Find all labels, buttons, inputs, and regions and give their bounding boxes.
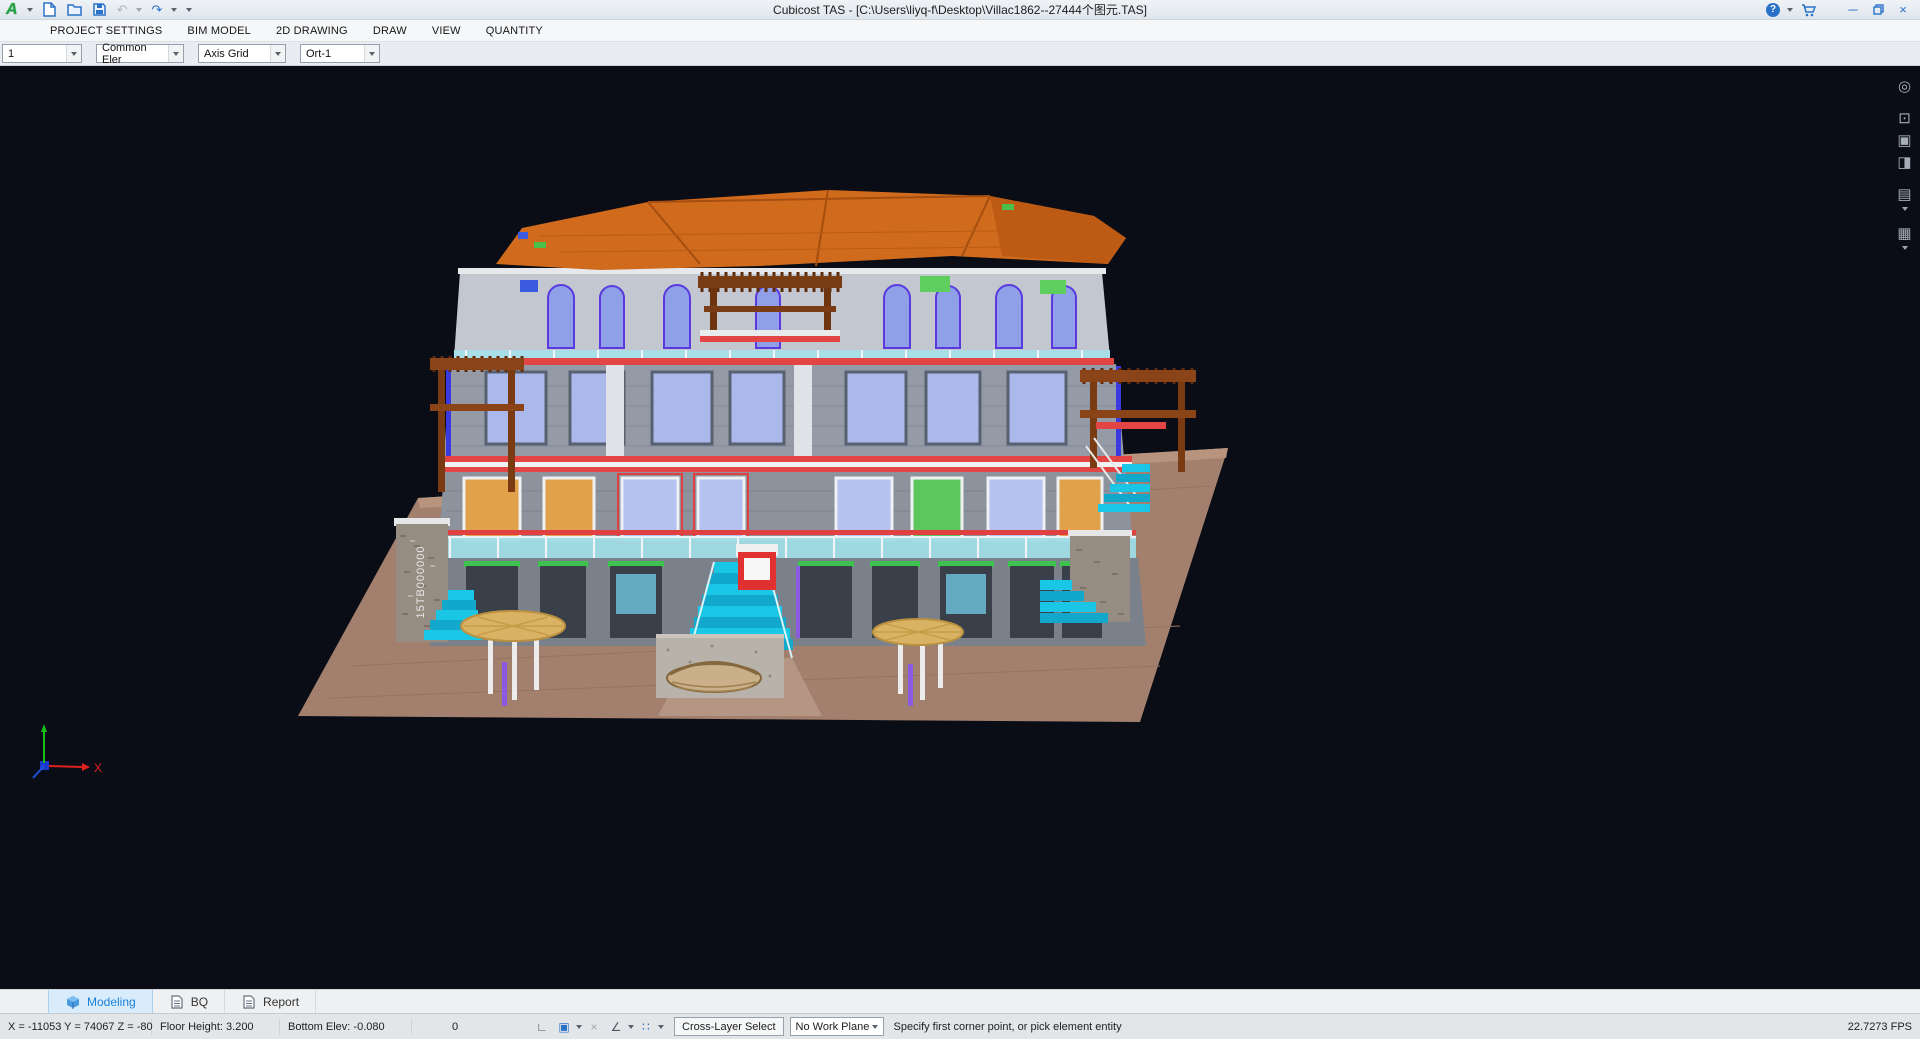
layers-icon[interactable]: ▤ [1892, 184, 1917, 206]
rect-select-caret-icon[interactable] [576, 1025, 582, 1029]
restore-button[interactable] [1869, 4, 1887, 15]
element-name-select[interactable]: Axis Grid [198, 44, 286, 63]
cursor-coordinates: X = -11053 Y = 74067 Z = -80 [0, 1019, 152, 1035]
menu-item-view[interactable]: VIEW [432, 25, 461, 37]
floor-height-readout: Floor Height: 3.200 [152, 1019, 280, 1035]
villa-building[interactable] [430, 190, 1146, 646]
work-plane-value: No Work Plane [796, 1021, 870, 1033]
menu-item-bim-model[interactable]: BIM MODEL [187, 25, 251, 37]
menu-item-project-settings[interactable]: PROJECT SETTINGS [50, 25, 162, 37]
customize-toolbar-caret-icon[interactable] [186, 8, 192, 12]
tab-label: BQ [191, 995, 208, 1009]
modeling-cube-icon [65, 994, 81, 1010]
layers-caret-icon[interactable] [1902, 207, 1908, 211]
bq-sheet-icon [169, 994, 185, 1010]
undo-caret-icon[interactable] [136, 8, 142, 12]
minimize-button[interactable]: ─ [1844, 3, 1862, 17]
axis-x-label: X [94, 761, 102, 775]
dropdown-arrow-icon [270, 45, 285, 62]
display-settings-icon[interactable]: ▦ [1892, 223, 1917, 245]
display-settings-caret-icon[interactable] [1902, 246, 1908, 250]
element-type-select-value: Common Eler [102, 42, 168, 66]
command-hint: Specify first corner point, or pick elem… [894, 1021, 1122, 1033]
upper-floor-windows[interactable] [486, 372, 1066, 444]
angle-snap-icon[interactable]: ∠ [606, 1018, 626, 1036]
open-folder-icon[interactable] [67, 2, 83, 18]
combo-toolbar: 1 Common Eler Axis Grid Ort-1 [0, 42, 1920, 66]
view-mode-icon[interactable]: ◨ [1892, 152, 1917, 174]
grid-name-select-value: Ort-1 [306, 48, 331, 60]
bottom-elevation-readout: Bottom Elev: -0.080 [280, 1019, 412, 1035]
app-menu-caret-icon[interactable] [27, 8, 33, 12]
selection-count: 0 [440, 1021, 470, 1033]
help-icon[interactable]: ? [1766, 3, 1780, 17]
viewport-toolbar: ◎ ⊡ ▣ ◨ ▤ ▦ [1892, 76, 1917, 252]
bottom-tabbar: Modeling BQ Report [0, 989, 1920, 1013]
app-logo[interactable]: A [6, 2, 18, 18]
tab-label: Modeling [87, 995, 136, 1009]
tab-report[interactable]: Report [225, 990, 316, 1013]
viewport[interactable]: 15TB000000 [0, 66, 1920, 989]
tab-modeling[interactable]: Modeling [48, 990, 153, 1013]
dropdown-arrow-icon [66, 45, 81, 62]
undo-icon[interactable]: ↶ [117, 3, 128, 17]
grid-bubble-label: 15TB000000 [415, 546, 427, 619]
menu-item-2d-drawing[interactable]: 2D DRAWING [276, 25, 348, 37]
menu-item-quantity[interactable]: QUANTITY [486, 25, 543, 37]
cross-layer-select-button[interactable]: Cross-Layer Select [674, 1017, 784, 1036]
snap-toolbar: ∟ ▣ × ∠ ∷ [532, 1018, 664, 1036]
close-button[interactable]: × [1894, 3, 1912, 17]
save-icon[interactable] [92, 2, 108, 18]
pan-tool-icon[interactable]: ▣ [1892, 130, 1917, 152]
3d-model-villa[interactable]: 15TB000000 [0, 66, 1920, 989]
ortho-snap-icon[interactable]: ∟ [532, 1018, 552, 1036]
fps-counter: 22.7273 FPS [1848, 1021, 1920, 1033]
new-file-icon[interactable] [42, 2, 58, 18]
planter-red[interactable] [736, 544, 778, 590]
report-sheet-icon [241, 994, 257, 1010]
statusbar: X = -11053 Y = 74067 Z = -80 Floor Heigh… [0, 1013, 1920, 1039]
axis-triad: X [33, 724, 102, 778]
window-title: Cubicost TAS - [C:\Users\liyq-f\Desktop\… [0, 1, 1920, 18]
redo-icon[interactable]: ↷ [151, 3, 162, 17]
redo-caret-icon[interactable] [171, 8, 177, 12]
angle-snap-caret-icon[interactable] [628, 1025, 634, 1029]
element-type-select[interactable]: Common Eler [96, 44, 184, 63]
dropdown-arrow-icon [872, 1025, 878, 1029]
dropdown-arrow-icon [168, 45, 183, 62]
element-name-select-value: Axis Grid [204, 48, 249, 60]
floor-select-value: 1 [8, 48, 14, 60]
dropdown-arrow-icon [364, 45, 379, 62]
villa-roof[interactable] [496, 190, 1126, 270]
menubar: PROJECT SETTINGS BIM MODEL 2D DRAWING DR… [0, 20, 1920, 42]
work-plane-select[interactable]: No Work Plane [790, 1017, 884, 1036]
cross-snap-icon[interactable]: × [584, 1018, 604, 1036]
window-controls: ? ─ × [1766, 2, 1920, 18]
tab-bq[interactable]: BQ [153, 990, 225, 1013]
point-snap-icon[interactable]: ∷ [636, 1018, 656, 1036]
floor-select[interactable]: 1 [2, 44, 82, 63]
rect-select-icon[interactable]: ▣ [554, 1018, 574, 1036]
quick-access-toolbar: A ↶ ↷ [0, 2, 192, 18]
help-caret-icon[interactable] [1787, 8, 1793, 12]
tab-label: Report [263, 995, 299, 1009]
titlebar: A ↶ ↷ Cubicost TAS - [C:\Users\liyq-f\De… [0, 0, 1920, 20]
grid-name-select[interactable]: Ort-1 [300, 44, 380, 63]
orbit-tool-icon[interactable]: ◎ [1892, 76, 1917, 98]
zoom-extents-icon[interactable]: ⊡ [1892, 108, 1917, 130]
pergola-top[interactable] [698, 272, 842, 342]
store-cart-icon[interactable] [1800, 2, 1816, 18]
menu-item-draw[interactable]: DRAW [373, 25, 407, 37]
point-snap-caret-icon[interactable] [658, 1025, 664, 1029]
